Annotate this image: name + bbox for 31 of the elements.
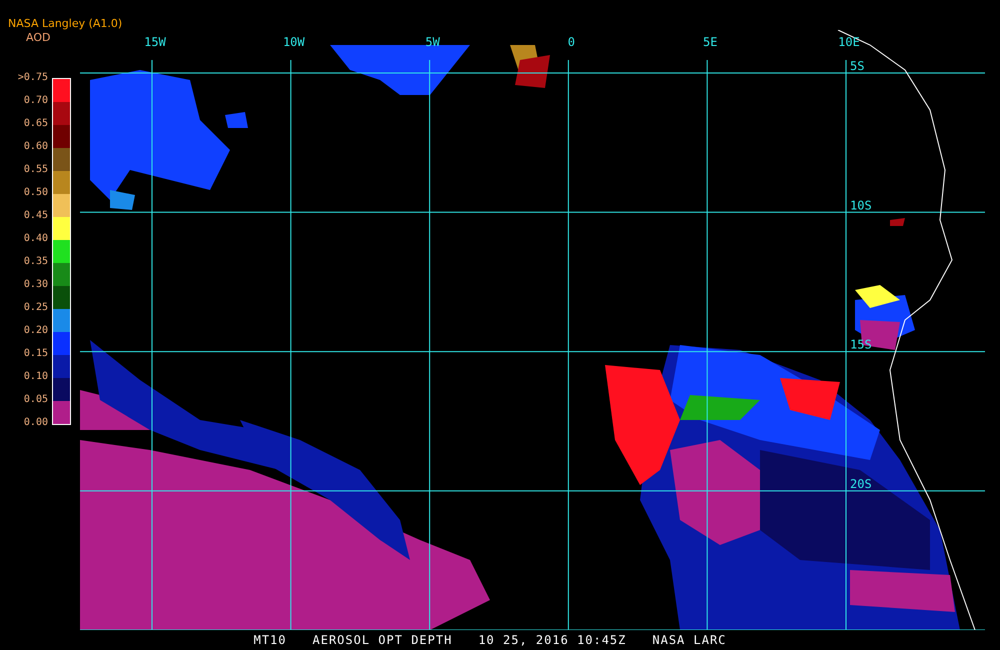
latitude-label: 10S [850, 198, 872, 212]
legend-title: AOD [26, 31, 50, 44]
legend-label: 0.60 [24, 141, 48, 153]
legend-label: 0.00 [24, 417, 48, 429]
caption-text: 10 25, 2016 10:45Z [478, 633, 626, 647]
caption-text: MT10 [254, 633, 286, 647]
latitude-label: 15S [850, 338, 872, 352]
legend-label: 0.35 [24, 256, 48, 268]
legend-label: 0.20 [24, 325, 48, 337]
latitude-label: 20S [850, 476, 872, 491]
legend-label: 0.05 [24, 394, 48, 406]
longitude-label: 15W [144, 35, 166, 49]
legend-label: 0.65 [24, 118, 48, 130]
legend-label: 0.55 [24, 164, 48, 176]
legend-label: 0.70 [24, 95, 48, 107]
longitude-label: 10E [838, 35, 860, 49]
longitude-label: 0 [568, 35, 576, 49]
latitude-label: 5S [850, 59, 864, 73]
legend-label: >0.75 [18, 72, 48, 84]
legend-label: 0.15 [24, 348, 48, 360]
legend-label: 0.45 [24, 210, 48, 222]
legend-label: 0.10 [24, 371, 48, 383]
longitude-label: 5E [702, 35, 718, 49]
caption-text: AEROSOL OPT DEPTH [312, 633, 452, 647]
map-title: NASA Langley (A1.0) [8, 17, 122, 30]
longitude-label: 10W [282, 35, 305, 49]
legend-label: 0.40 [24, 233, 48, 245]
legend-label: 0.30 [24, 279, 48, 291]
legend-label: 0.25 [24, 302, 48, 314]
legend-label: 0.50 [24, 187, 48, 199]
caption-text: NASA LARC [652, 633, 726, 647]
